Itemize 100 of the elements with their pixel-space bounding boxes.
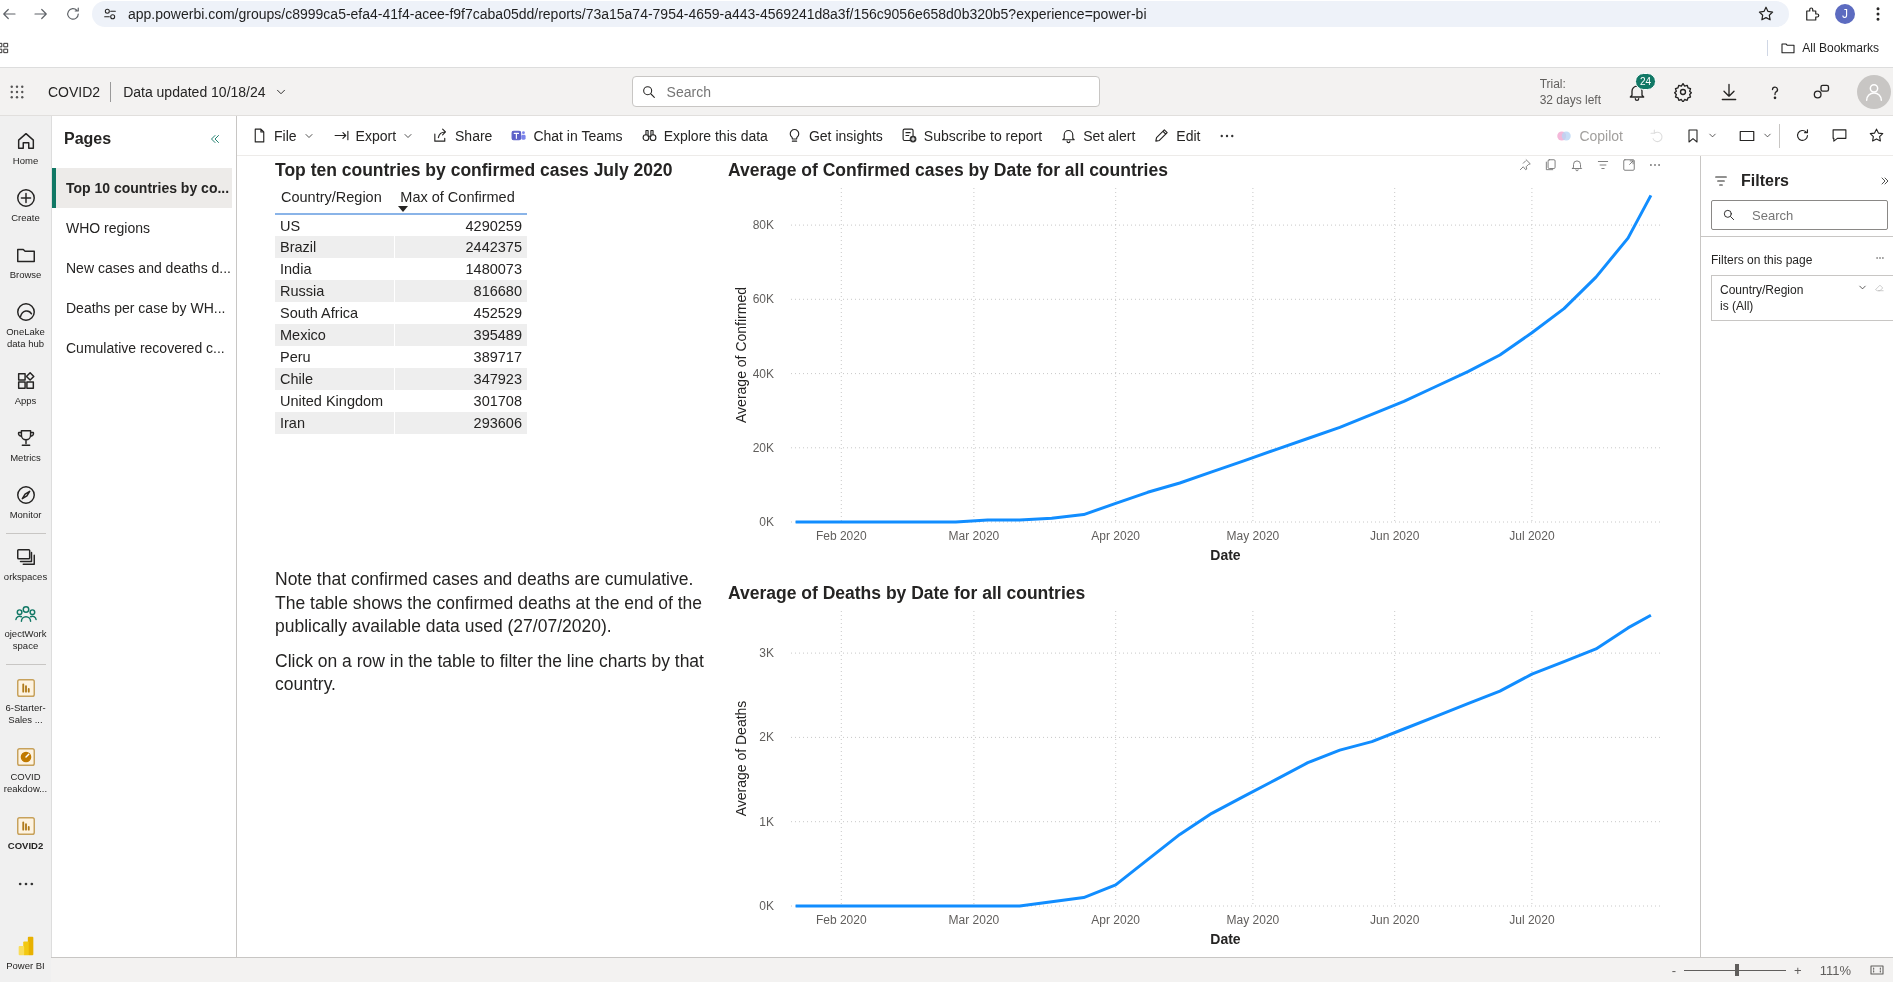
page-tab[interactable]: Deaths per case by WH... — [52, 288, 232, 328]
nav-item[interactable]: Apps — [0, 360, 51, 417]
x-tick-label: May 2020 — [1226, 913, 1280, 927]
table-cell: Russia — [275, 280, 395, 302]
page-tab[interactable]: Cumulative recovered c... — [52, 328, 232, 368]
y-axis-title: Average of Deaths — [733, 700, 749, 817]
nav-item[interactable]: orkspaces — [0, 536, 51, 593]
toolbar-button[interactable]: Get insights — [779, 123, 889, 148]
collapse-icon[interactable] — [208, 132, 222, 146]
page-tab[interactable]: Top 10 countries by co... — [52, 168, 232, 208]
table-cell: 395489 — [394, 324, 527, 346]
swirl-icon — [14, 301, 37, 323]
table-cell: Mexico — [275, 324, 395, 346]
x-tick-label: Jul 2020 — [1509, 529, 1555, 543]
filter-icon — [1713, 173, 1729, 189]
filter-search-field[interactable]: Search — [1750, 206, 1860, 224]
expand-pane-icon[interactable] — [1879, 175, 1891, 187]
x-tick-label: Jul 2020 — [1509, 913, 1555, 927]
toolbar-button[interactable]: File — [245, 123, 321, 148]
filter-icon[interactable] — [1596, 158, 1610, 172]
zoom-out-button[interactable]: - — [1671, 962, 1677, 978]
workspace-name: COVID2 — [48, 81, 112, 102]
toolbar-button[interactable]: Chat in Teams — [504, 123, 629, 148]
expand-icon[interactable] — [1622, 158, 1636, 172]
table-cell: 293606 — [394, 412, 527, 434]
search-box[interactable]: Search — [631, 76, 1100, 107]
apps-grid-icon[interactable] — [0, 40, 10, 55]
toolbar-button[interactable]: Share — [426, 123, 499, 148]
toolbar-button[interactable]: Export — [326, 123, 421, 148]
x-axis-title: Date — [1210, 547, 1241, 563]
nav-item[interactable]: Metrics — [0, 417, 51, 474]
table-cell: South Africa — [275, 302, 395, 324]
page-tab[interactable]: WHO regions — [52, 208, 232, 248]
search-icon — [1722, 208, 1736, 222]
table-cell: 347923 — [394, 368, 527, 390]
zoom-in-button[interactable]: + — [1794, 962, 1802, 978]
y-tick-label: 2K — [759, 730, 774, 745]
settings-icon[interactable] — [1673, 81, 1693, 102]
fit-to-page-icon[interactable] — [1869, 962, 1885, 978]
y-tick-label: 40K — [752, 366, 774, 381]
nav-item[interactable]: Create — [0, 177, 51, 234]
people-icon — [14, 603, 37, 625]
site-settings-icon[interactable] — [102, 6, 118, 22]
x-tick-label: Feb 2020 — [815, 529, 867, 543]
toolbar-button[interactable]: Edit — [1147, 123, 1207, 148]
nav-item[interactable]: Power BI — [0, 925, 51, 982]
bookmarks-link[interactable]: All Bookmarks — [1767, 39, 1879, 56]
nav-item[interactable]: COVID2 — [0, 805, 51, 862]
x-axis-title: Date — [1210, 931, 1241, 947]
copy-icon[interactable] — [1544, 158, 1558, 172]
note-text: Click on a row in the table to filter the line charts by that country. — [275, 649, 705, 696]
stacked-windows-icon — [14, 546, 37, 568]
comment-icon[interactable] — [1831, 127, 1848, 144]
x-tick-label: Apr 2020 — [1091, 913, 1141, 927]
sort-down-icon — [398, 206, 409, 212]
search-field[interactable]: Search — [664, 82, 1091, 101]
toolbar-button[interactable]: Set alert — [1054, 123, 1142, 148]
nav-item[interactable]: Home — [0, 120, 51, 177]
nav-item[interactable]: 6-Starter-Sales ... — [0, 667, 51, 736]
y-tick-label: 3K — [759, 646, 774, 661]
bar-chart-icon — [14, 677, 37, 699]
notification-count: 24 — [1635, 72, 1657, 90]
x-tick-label: Apr 2020 — [1091, 529, 1141, 543]
filters-section-label: Filters on this page — [1711, 253, 1813, 267]
download-icon[interactable] — [1719, 81, 1739, 102]
trial-days-left: 32 days left — [1539, 91, 1601, 108]
puzzle-icon[interactable] — [1803, 5, 1821, 23]
profile-avatar[interactable]: J — [1835, 4, 1855, 24]
y-axis-title: Average of Confirmed — [733, 287, 749, 423]
nav-item[interactable]: Monitor — [0, 474, 51, 531]
pin-icon[interactable] — [1518, 158, 1532, 172]
nav-item[interactable]: ojectWork space — [0, 593, 51, 662]
x-tick-label: Jun 2020 — [1370, 529, 1420, 543]
zoom-percentage: 111% — [1819, 962, 1851, 978]
toolbar-button[interactable]: Explore this data — [634, 123, 774, 148]
column-header[interactable]: Max of Confirmed — [394, 186, 527, 214]
pages-title: Pages — [64, 130, 112, 148]
nav-item[interactable]: COVID reakdow... — [0, 736, 51, 805]
table-cell: Peru — [275, 346, 395, 368]
data-updated-button[interactable]: Data updated 10/18/24 — [123, 83, 288, 100]
zoom-slider-thumb[interactable] — [1735, 964, 1740, 976]
nav-item[interactable]: OneLake data hub — [0, 291, 51, 360]
refresh-icon[interactable] — [1794, 127, 1811, 144]
nav-item[interactable]: Browse — [0, 234, 51, 291]
y-tick-label: 0K — [759, 515, 774, 529]
star-icon[interactable] — [1757, 5, 1775, 23]
y-tick-label: 20K — [752, 440, 774, 455]
search-icon — [640, 83, 657, 100]
address-bar[interactable]: app.powerbi.com/groups/c8999ca5-efa4-41f4-acee-f9f7caba05dd/reports/73a15a74-7954-4659-a443-4569241d8a3f/156c9056e658d0b320b5?experience=power-bi — [92, 1, 1789, 27]
filter-search-box[interactable]: Search — [1711, 200, 1888, 230]
page-tab[interactable]: New cases and deaths d... — [52, 248, 232, 288]
filter-field-name: Country/Region — [1720, 282, 1805, 298]
filter-card[interactable]: Country/Region is (All) — [1711, 275, 1893, 321]
column-header[interactable]: Country/Region — [275, 186, 395, 214]
toolbar-button[interactable]: Subscribe to report — [894, 123, 1049, 148]
pencil-icon — [1153, 127, 1171, 144]
star-icon[interactable] — [1868, 127, 1885, 144]
reload-icon[interactable] — [64, 5, 82, 23]
binoculars-icon — [640, 127, 658, 144]
bookmark-icon[interactable] — [1685, 127, 1701, 144]
